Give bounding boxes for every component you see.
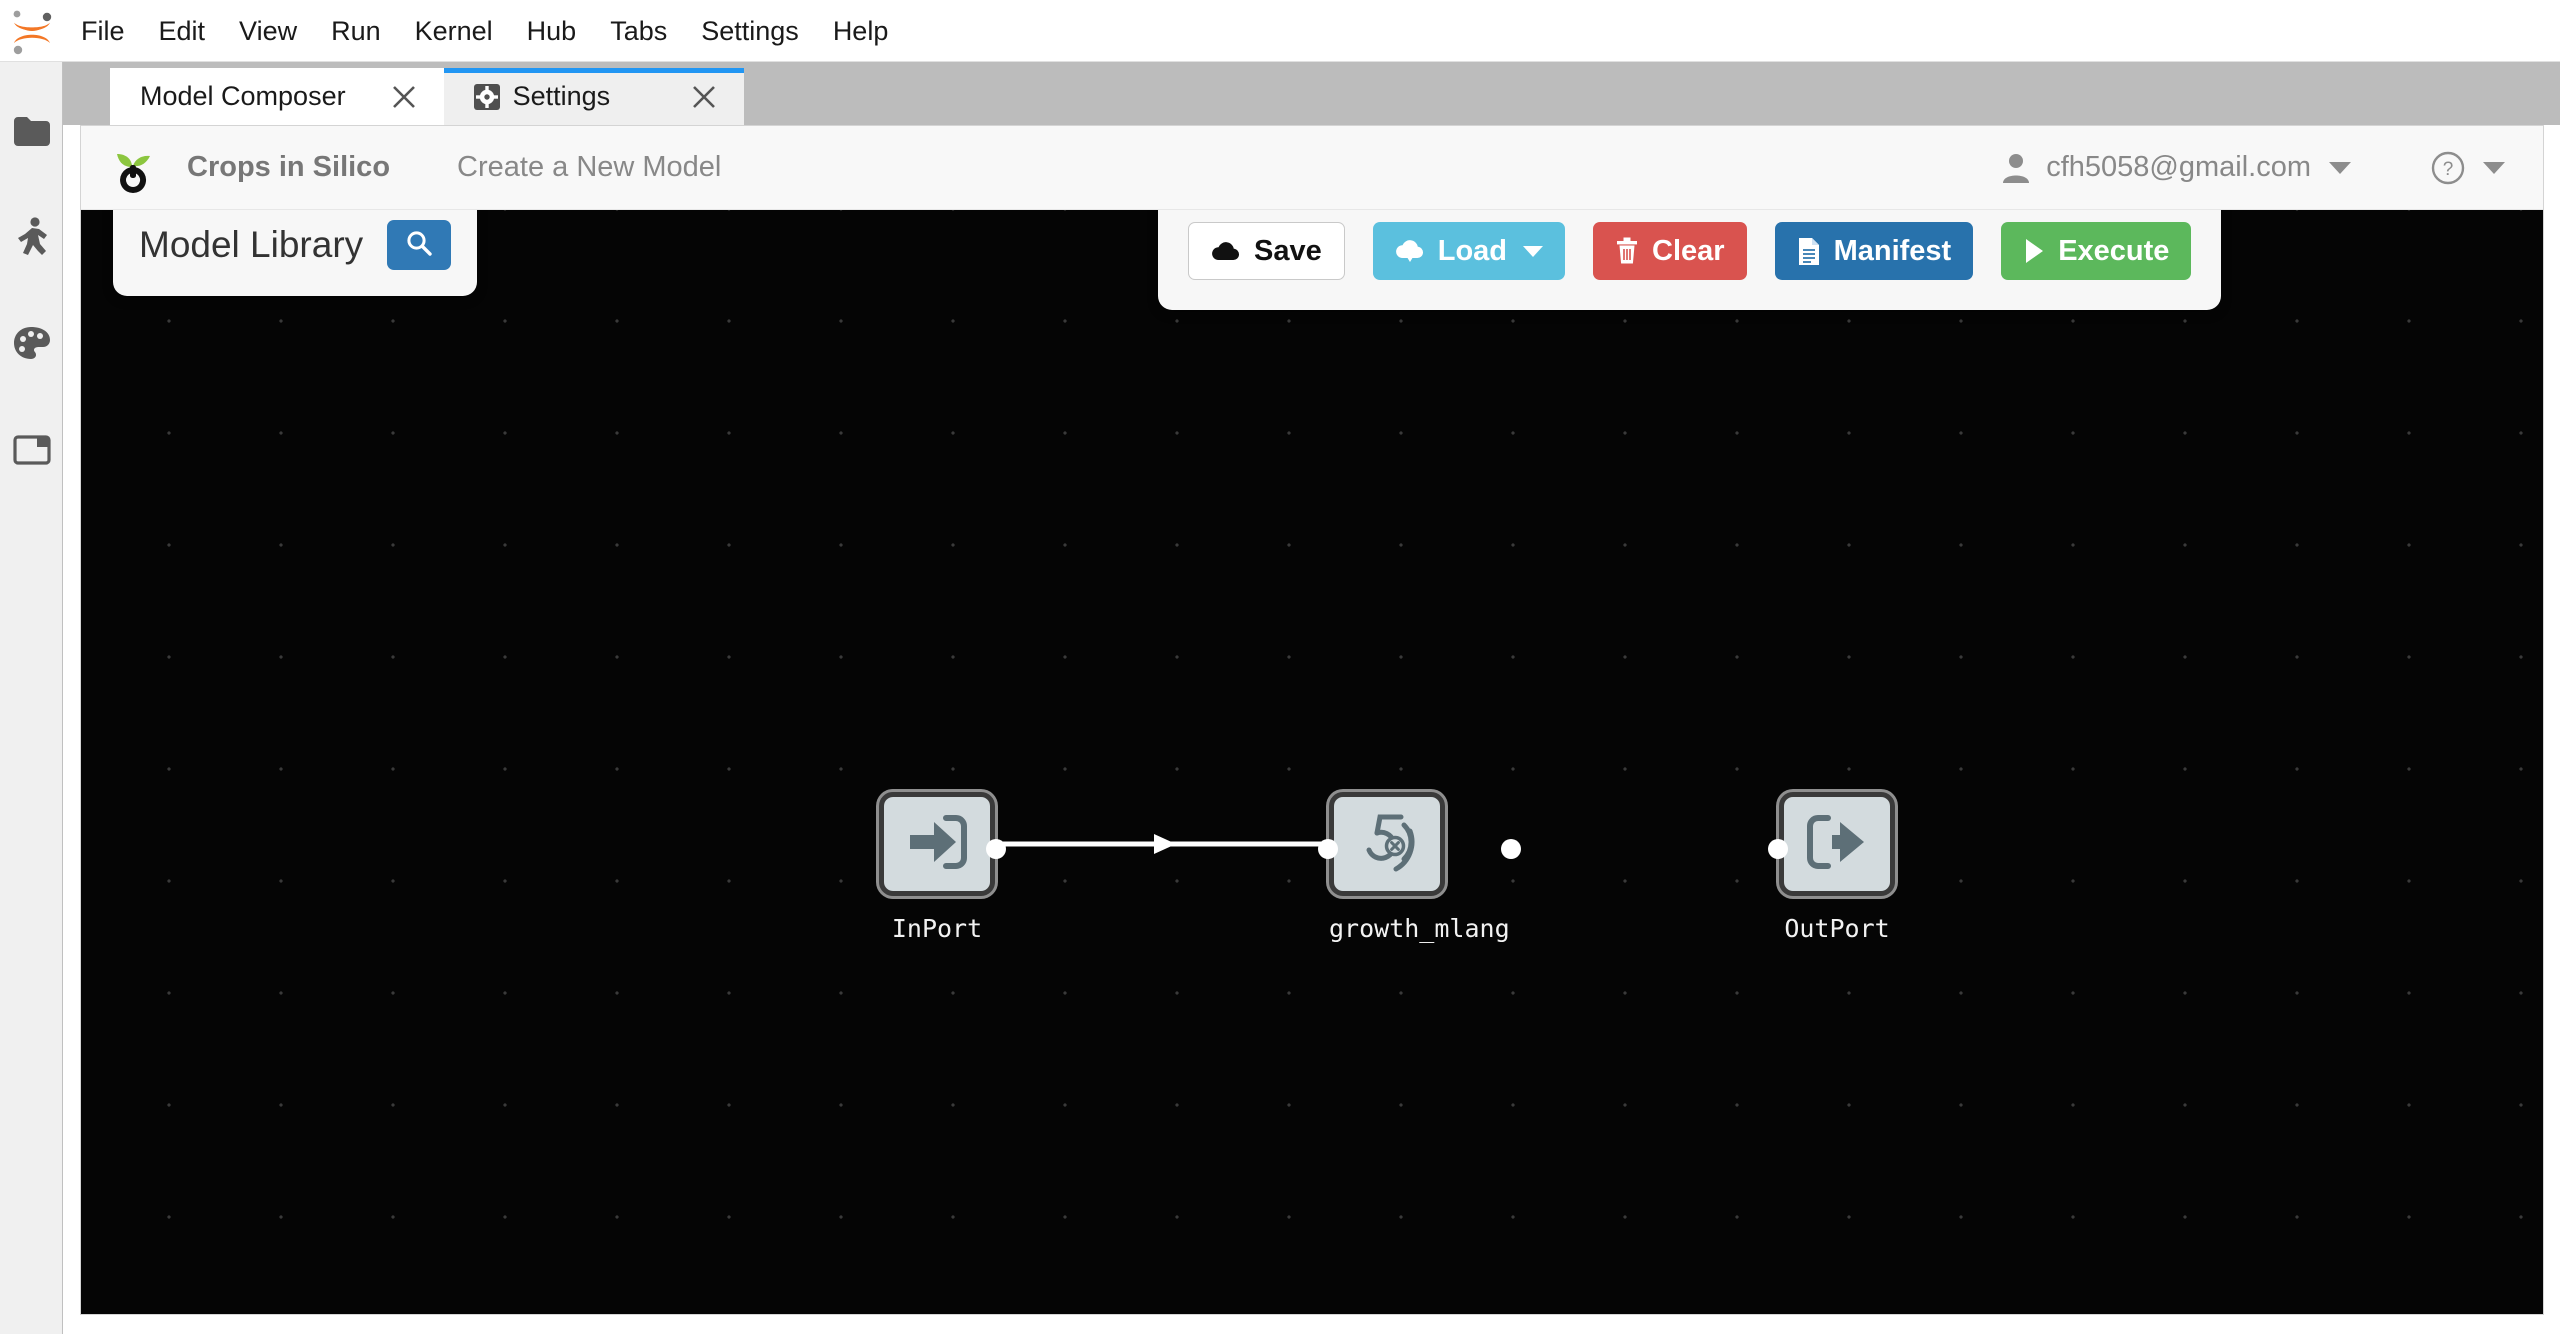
model-graph-canvas[interactable]: Model Library Save Load Clear Manifest E… [81,210,2543,1314]
clear-button-label: Clear [1652,234,1725,267]
load-button[interactable]: Load [1372,222,1566,280]
help-menu[interactable]: ? [2431,151,2505,185]
app-header: Crops in Silico Create a New Model cfh50… [81,126,2543,210]
graph-node-outport-box[interactable] [1768,792,1895,896]
sprout-power-logo-icon [106,141,160,195]
graph-node-inport[interactable]: InPort [879,792,1006,943]
chevron-down-icon [1523,245,1544,257]
clear-button[interactable]: Clear [1593,222,1747,280]
menu-item-settings[interactable]: Settings [684,0,816,62]
user-icon [2002,153,2030,183]
graph-node-inport-box[interactable] [879,792,1006,896]
model-composer-panel: Crops in Silico Create a New Model cfh50… [80,125,2544,1315]
graph-node-outport-label: OutPort [1784,914,1890,943]
search-icon [404,228,434,263]
chevron-down-icon [2329,161,2351,174]
nav-create-new-model[interactable]: Create a New Model [457,151,721,184]
jupyter-logo-icon [0,0,64,62]
manifest-button[interactable]: Manifest [1774,222,1974,280]
cloud-download-icon [1395,238,1425,264]
graph-port-out[interactable] [1500,839,1521,859]
menu-item-view[interactable]: View [222,0,314,62]
graph-node-inport-label: InPort [891,914,983,943]
tabs-outline-icon [12,434,51,470]
menu-item-edit[interactable]: Edit [142,0,223,62]
graph-port-in[interactable] [1318,839,1338,859]
graph-port-out[interactable] [986,839,1006,859]
gear-icon [473,83,500,110]
execute-button-label: Execute [2058,234,2170,267]
user-menu[interactable]: cfh5058@gmail.com [2002,151,2351,184]
sidebar-item-running-terminals[interactable] [0,208,63,271]
model-library-panel: Model Library [113,210,478,296]
arrow-out-of-bracket-icon [1806,814,1868,875]
user-email-label: cfh5058@gmail.com [2046,151,2311,183]
menu-item-kernel[interactable]: Kernel [398,0,510,62]
sidebar-item-command-palette[interactable] [0,314,63,377]
graph-node-growth-mlang-box[interactable] [1318,792,1521,896]
menu-item-help[interactable]: Help [816,0,906,62]
save-button[interactable]: Save [1188,222,1345,280]
folder-icon [13,116,51,152]
trash-icon [1615,237,1639,265]
tab-settings-label: Settings [512,81,611,111]
question-circle-icon: ? [2431,151,2465,185]
chevron-down-icon [2483,161,2505,174]
close-icon[interactable] [386,79,422,115]
load-button-label: Load [1437,234,1508,267]
brand-title: Crops in Silico [187,151,391,183]
arrow-into-bracket-icon [906,814,968,875]
menu-item-hub[interactable]: Hub [510,0,594,62]
graph-node-outport[interactable]: OutPort [1768,792,1895,943]
graph-port-in[interactable] [1768,839,1788,859]
graph-edge-layer [995,834,1329,854]
menu-item-tabs[interactable]: Tabs [593,0,684,62]
tab-settings[interactable]: Settings [443,68,744,125]
activity-sidebar [0,62,63,1334]
tab-active-indicator [443,68,744,73]
execute-button[interactable]: Execute [2001,222,2192,280]
menu-item-list: File Edit View Run Kernel Hub Tabs Setti… [64,0,905,62]
running-person-icon [14,217,50,262]
menu-item-file[interactable]: File [64,0,142,62]
graph-toolbar: Save Load Clear Manifest Execute [1158,210,2222,310]
model-library-search-button[interactable] [387,220,452,270]
graph-node-growth-mlang-label: growth_mlang [1329,914,1510,943]
jupyterlab-menu-bar: File Edit View Run Kernel Hub Tabs Setti… [0,0,2560,62]
save-button-label: Save [1254,234,1322,267]
model-library-label: Model Library [139,224,364,265]
graph-node-growth-mlang[interactable]: growth_mlang [1318,792,1521,943]
menu-item-run[interactable]: Run [314,0,398,62]
manifest-button-label: Manifest [1833,234,1952,267]
palette-icon [13,326,51,366]
svg-text:?: ? [2443,159,2454,180]
close-icon[interactable] [686,79,722,115]
cloud-upload-icon [1211,238,1241,264]
sidebar-item-open-tabs[interactable] [0,420,63,483]
sidebar-item-file-browser[interactable] [0,102,63,165]
document-icon [1797,237,1821,266]
tab-model-composer[interactable]: Model Composer [110,68,444,125]
play-icon [2023,238,2045,264]
tab-model-composer-label: Model Composer [140,81,346,111]
spiral-model-icon [1356,811,1418,878]
tab-bar: Model Composer Settings [63,62,2560,125]
header-right-group: cfh5058@gmail.com ? [2002,151,2543,185]
